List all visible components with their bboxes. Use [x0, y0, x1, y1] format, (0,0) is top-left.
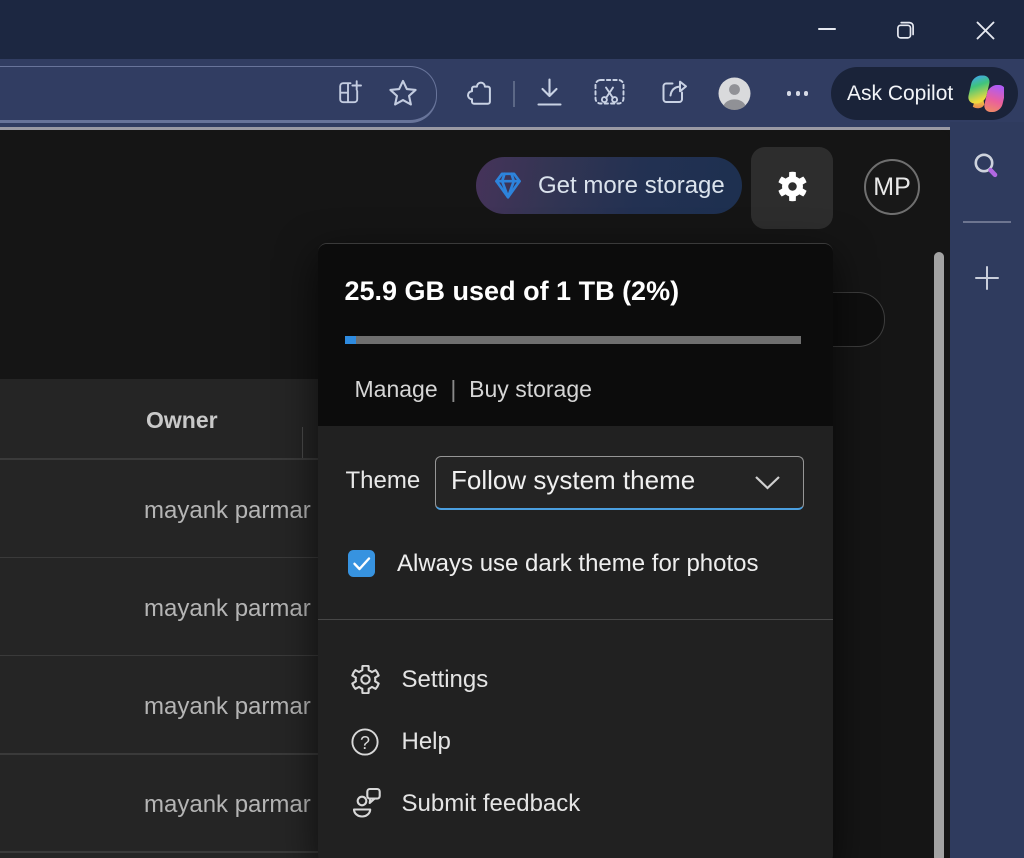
svg-text:?: ?	[359, 733, 369, 753]
